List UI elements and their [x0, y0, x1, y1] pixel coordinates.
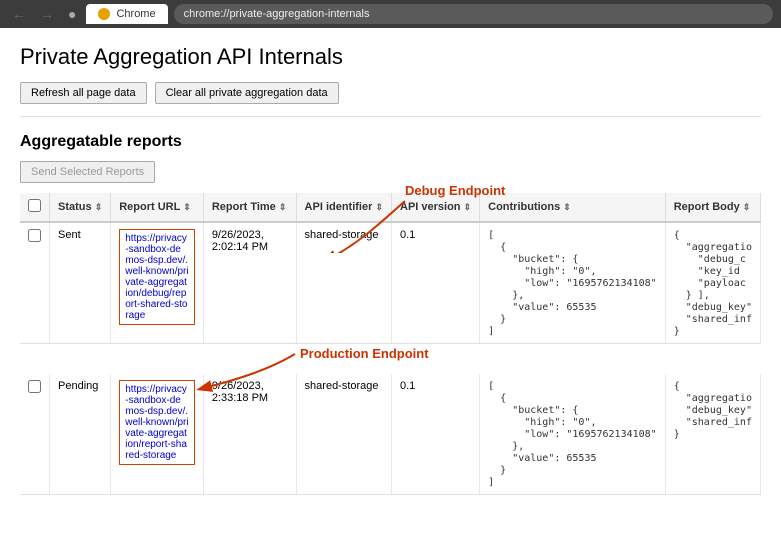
select-all-checkbox[interactable] — [28, 199, 41, 212]
forward-button[interactable]: → — [36, 4, 58, 24]
reload-button[interactable]: ● — [64, 4, 80, 24]
url-text: chrome://private-aggregation-internals — [184, 8, 370, 20]
production-endpoint-label: Production Endpoint — [300, 346, 429, 361]
row1-url-cell: https://privacy-sandbox-demos-dsp.dev/.w… — [111, 222, 204, 344]
back-button[interactable]: ← — [8, 4, 30, 24]
row1-checkbox[interactable] — [28, 229, 41, 242]
send-selected-button[interactable]: Send Selected Reports — [20, 161, 155, 183]
table-wrapper: Debug Endpoint Status ⇕ — [20, 193, 761, 495]
row2-report-body: { "aggregatio "debug_key" "shared_inf } — [665, 374, 760, 495]
toolbar: Refresh all page data Clear all private … — [20, 82, 761, 117]
sort-arrow-url[interactable]: ⇕ — [183, 202, 191, 212]
row1-contributions: [ { "bucket": { "high": "0", "low": "169… — [480, 222, 666, 344]
page-title: Private Aggregation API Internals — [20, 44, 761, 70]
annotation-spacer-row: Production Endpoint — [20, 344, 761, 374]
browser-tab[interactable]: Chrome — [86, 4, 167, 24]
row2-api-id: shared-storage — [296, 374, 391, 495]
debug-endpoint-arrow — [280, 193, 420, 253]
row1-status: Sent — [50, 222, 111, 344]
table-row: Pending https://privacy-sandbox-demos-ds… — [20, 374, 761, 495]
favicon-icon — [98, 8, 110, 20]
row1-report-body: { "aggregatio "debug_c "key_id "payloac … — [665, 222, 760, 344]
sort-arrow-status[interactable]: ⇕ — [95, 202, 103, 212]
clear-button[interactable]: Clear all private aggregation data — [155, 82, 339, 104]
row2-status: Pending — [50, 374, 111, 495]
header-status: Status ⇕ — [50, 193, 111, 222]
sort-arrow-report-body[interactable]: ⇕ — [743, 202, 751, 212]
debug-endpoint-label: Debug Endpoint — [405, 183, 505, 198]
row1-url[interactable]: https://privacy-sandbox-demos-dsp.dev/.w… — [119, 229, 195, 325]
row2-api-version: 0.1 — [392, 374, 480, 495]
row2-contributions: [ { "bucket": { "high": "0", "low": "169… — [480, 374, 666, 495]
browser-chrome: ← → ● Chrome chrome://private-aggregatio… — [0, 0, 781, 28]
refresh-button[interactable]: Refresh all page data — [20, 82, 147, 104]
sort-arrow-contributions[interactable]: ⇕ — [563, 202, 571, 212]
row2-checkbox[interactable] — [28, 380, 41, 393]
header-url: Report URL ⇕ — [111, 193, 204, 222]
header-checkbox — [20, 193, 50, 222]
production-endpoint-arrow — [150, 344, 310, 394]
sort-arrow-api-version[interactable]: ⇕ — [464, 202, 472, 212]
section-title: Aggregatable reports — [20, 133, 761, 151]
page-content: Private Aggregation API Internals Refres… — [0, 28, 781, 511]
row2-checkbox-cell — [20, 374, 50, 495]
address-bar[interactable]: chrome://private-aggregation-internals — [174, 4, 773, 24]
header-contributions: Contributions ⇕ — [480, 193, 666, 222]
tab-label: Chrome — [116, 8, 155, 20]
header-report-body: Report Body ⇕ — [665, 193, 760, 222]
row1-checkbox-cell — [20, 222, 50, 344]
